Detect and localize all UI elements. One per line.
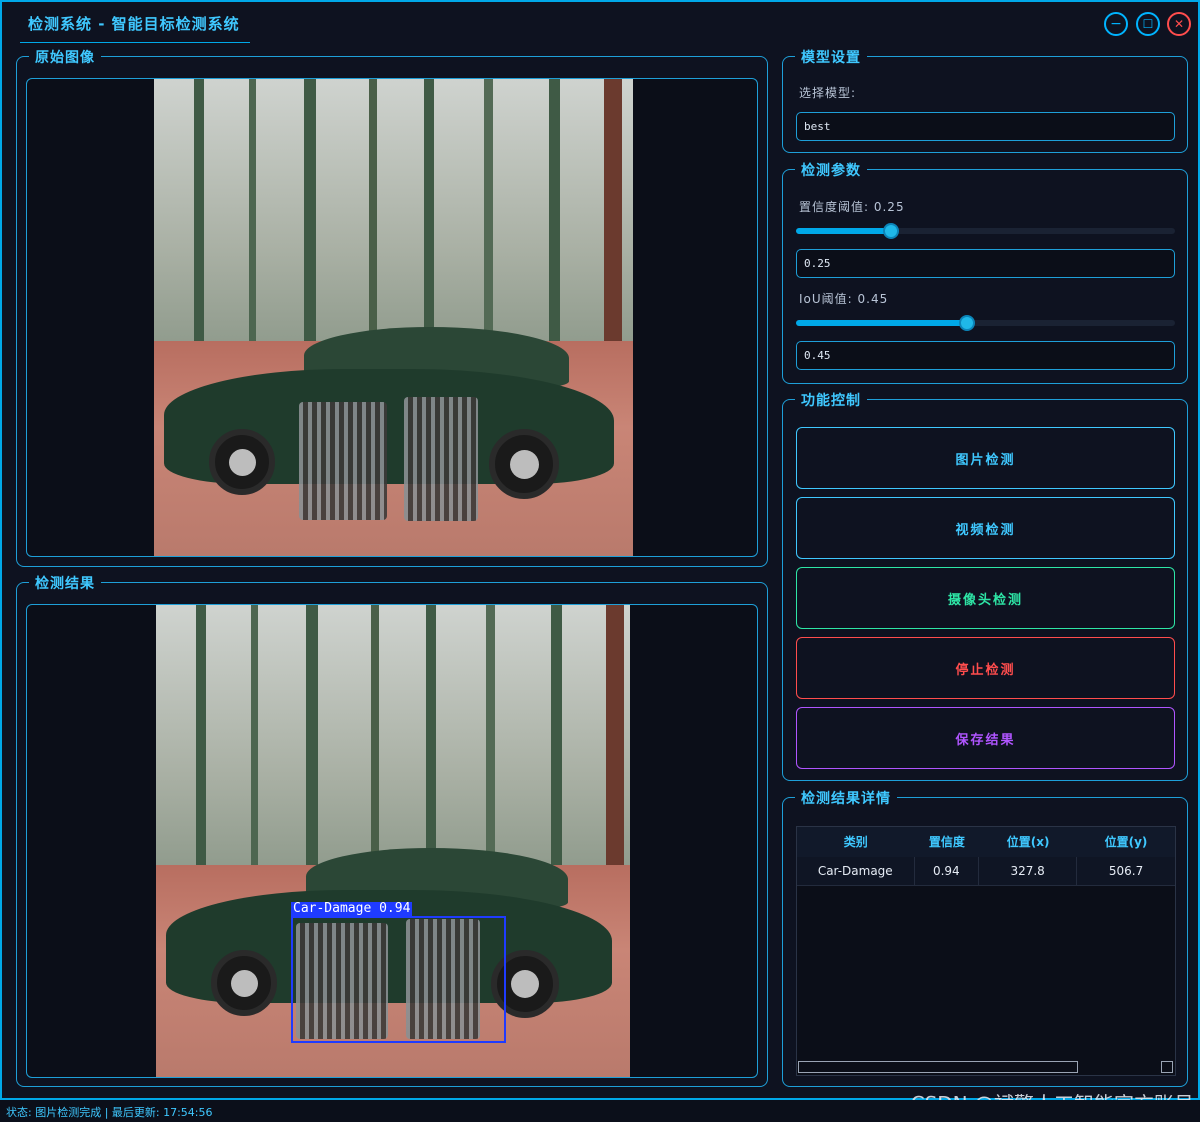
title-underline bbox=[20, 42, 250, 43]
results-table[interactable]: 类别 置信度 位置(x) 位置(y) Car-Damage 0.94 327.8… bbox=[796, 826, 1176, 1076]
table-row[interactable]: Car-Damage 0.94 327.8 506.7 bbox=[797, 857, 1175, 886]
camera-detect-button[interactable]: 摄像头检测 bbox=[796, 567, 1175, 629]
result-image-frame: Car-Damage 0.94 bbox=[26, 604, 758, 1078]
horizontal-scrollbar[interactable] bbox=[798, 1061, 1078, 1073]
iou-slider[interactable] bbox=[796, 315, 1175, 331]
model-settings-title: 模型设置 bbox=[795, 47, 867, 67]
iou-input[interactable]: 0.45 bbox=[796, 341, 1175, 370]
column-header-class[interactable]: 类别 bbox=[797, 827, 915, 857]
confidence-slider-handle[interactable] bbox=[882, 223, 899, 239]
save-results-button[interactable]: 保存结果 bbox=[796, 707, 1175, 769]
result-image-title: 检测结果 bbox=[29, 573, 101, 593]
iou-slider-handle[interactable] bbox=[958, 315, 975, 331]
iou-slider-fill bbox=[796, 320, 967, 326]
model-select[interactable]: best bbox=[796, 112, 1175, 141]
cell-class: Car-Damage bbox=[797, 857, 915, 885]
original-image-group: 原始图像 bbox=[16, 47, 768, 567]
iou-label: IoU阈值: 0.45 bbox=[799, 292, 889, 306]
results-details-title: 检测结果详情 bbox=[795, 788, 897, 808]
detection-params-title: 检测参数 bbox=[795, 160, 867, 180]
original-image-frame bbox=[26, 78, 758, 557]
model-select-label: 选择模型: bbox=[799, 86, 857, 100]
cell-confidence: 0.94 bbox=[915, 857, 980, 885]
original-image-title: 原始图像 bbox=[29, 47, 101, 67]
detection-label: Car-Damage 0.94 bbox=[291, 901, 413, 916]
detection-bounding-box: Car-Damage 0.94 bbox=[291, 902, 506, 1043]
status-bar: 状态: 图片检测完成 | 最后更新: 17:54:56 bbox=[0, 1100, 1200, 1122]
results-details-group: 检测结果详情 类别 置信度 位置(x) 位置(y) Car-Damage 0.9… bbox=[782, 788, 1188, 1087]
cell-x: 327.8 bbox=[979, 857, 1078, 885]
confidence-input[interactable]: 0.25 bbox=[796, 249, 1175, 278]
video-detect-button[interactable]: 视频检测 bbox=[796, 497, 1175, 559]
scroll-corner bbox=[1161, 1061, 1173, 1073]
result-image-group: 检测结果 Car-Damage 0.94 bbox=[16, 573, 768, 1087]
minimize-button[interactable]: − bbox=[1104, 12, 1128, 36]
model-settings-group: 模型设置 选择模型: best bbox=[782, 47, 1188, 153]
detection-params-group: 检测参数 置信度阈值: 0.25 0.25 IoU阈值: 0.45 0.45 bbox=[782, 160, 1188, 384]
window-title: 检测系统 - 智能目标检测系统 bbox=[28, 15, 240, 33]
column-header-confidence[interactable]: 置信度 bbox=[915, 827, 980, 857]
original-image bbox=[154, 79, 633, 556]
status-text: 状态: 图片检测完成 | 最后更新: 17:54:56 bbox=[6, 1106, 213, 1119]
image-detect-button[interactable]: 图片检测 bbox=[796, 427, 1175, 489]
confidence-slider-fill bbox=[796, 228, 891, 234]
app-window: 检测系统 - 智能目标检测系统 − ☐ ✕ 原始图像 检测结果 Car-Dama… bbox=[0, 0, 1200, 1100]
function-control-group: 功能控制 图片检测 视频检测 摄像头检测 停止检测 保存结果 bbox=[782, 390, 1188, 781]
confidence-label: 置信度阈值: 0.25 bbox=[799, 200, 905, 214]
confidence-slider[interactable] bbox=[796, 223, 1175, 239]
column-header-x[interactable]: 位置(x) bbox=[979, 827, 1077, 857]
maximize-button[interactable]: ☐ bbox=[1136, 12, 1160, 36]
title-bar[interactable]: 检测系统 - 智能目标检测系统 − ☐ ✕ bbox=[2, 2, 1198, 44]
column-header-y[interactable]: 位置(y) bbox=[1077, 827, 1175, 857]
table-header: 类别 置信度 位置(x) 位置(y) bbox=[797, 827, 1175, 857]
cell-y: 506.7 bbox=[1108, 864, 1144, 878]
function-control-title: 功能控制 bbox=[795, 390, 867, 410]
result-image: Car-Damage 0.94 bbox=[156, 605, 630, 1077]
stop-detect-button[interactable]: 停止检测 bbox=[796, 637, 1175, 699]
close-button[interactable]: ✕ bbox=[1167, 12, 1191, 36]
